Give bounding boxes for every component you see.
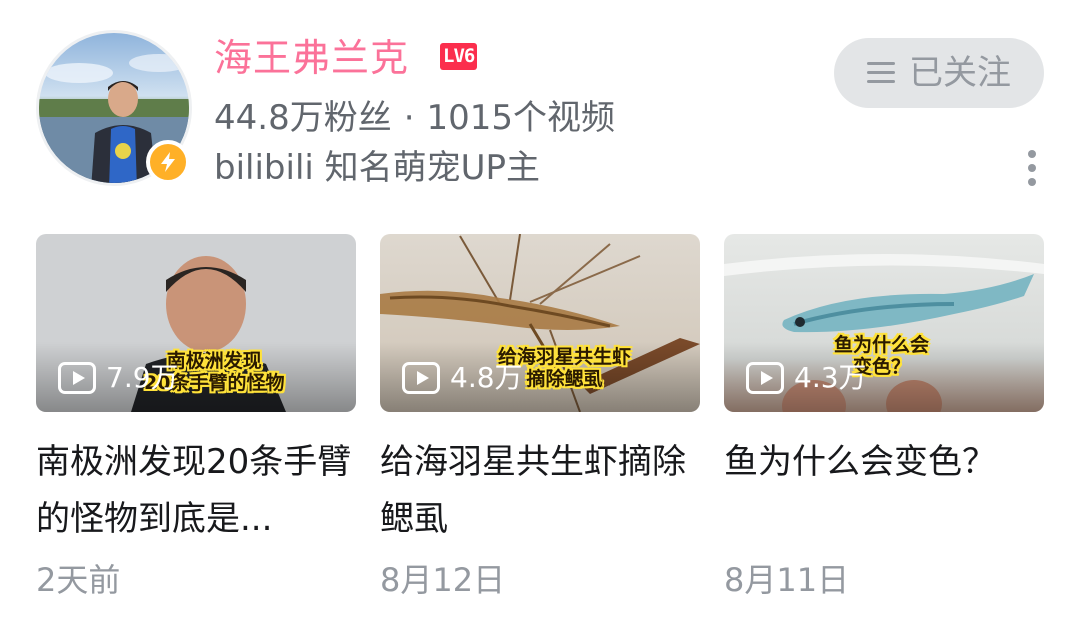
menu-lines-icon <box>867 62 895 84</box>
video-title[interactable]: 给海羽星共生虾摘除鳃虱 <box>380 434 700 548</box>
video-title[interactable]: 南极洲发现20条手臂的怪物到底是... <box>36 434 356 548</box>
video-card[interactable]: 给海羽星共生虾 摘除鳃虱 4.8万 给海羽星共生虾摘除鳃虱 8月12日 <box>380 234 700 600</box>
video-thumbnail[interactable]: 南极洲发现 20条手臂的怪物 7.9万 <box>36 234 356 412</box>
avatar-container[interactable] <box>36 30 192 186</box>
play-icon <box>402 362 440 394</box>
follow-button-label: 已关注 <box>909 53 1011 93</box>
follow-button[interactable]: 已关注 <box>834 38 1044 108</box>
view-count: 4.3万 <box>746 362 867 394</box>
view-count-label: 4.3万 <box>794 361 867 394</box>
stats-separator: · <box>403 98 415 138</box>
view-count: 4.8万 <box>402 362 523 394</box>
video-date: 8月12日 <box>380 561 506 599</box>
username[interactable]: 海王弗兰克 <box>214 34 409 82</box>
more-vertical-icon[interactable] <box>1022 148 1042 188</box>
video-date: 8月11日 <box>724 561 850 599</box>
uploader-description: bilibili 知名萌宠UP主 <box>214 148 541 188</box>
lightning-badge-icon <box>146 140 190 184</box>
video-title[interactable]: 鱼为什么会变色？ <box>724 434 1044 548</box>
video-thumbnail[interactable]: 给海羽星共生虾 摘除鳃虱 4.8万 <box>380 234 700 412</box>
video-card[interactable]: 鱼为什么会 变色？ 4.3万 鱼为什么会变色？ 8月11日 <box>724 234 1044 600</box>
view-count-label: 7.9万 <box>106 361 179 394</box>
video-date: 2天前 <box>36 561 121 599</box>
level-badge: LV6 <box>440 43 478 70</box>
view-count: 7.9万 <box>58 362 179 394</box>
video-card[interactable]: 南极洲发现 20条手臂的怪物 7.9万 南极洲发现20条手臂的怪物到底是... … <box>36 234 356 600</box>
play-icon <box>746 362 784 394</box>
view-count-label: 4.8万 <box>450 361 523 394</box>
profile-stats: 44.8万粉丝 · 1015个视频 <box>214 95 615 141</box>
fans-count: 44.8万粉丝 <box>214 98 392 138</box>
video-count: 1015个视频 <box>426 98 616 138</box>
video-thumbnail[interactable]: 鱼为什么会 变色？ 4.3万 <box>724 234 1044 412</box>
play-icon <box>58 362 96 394</box>
